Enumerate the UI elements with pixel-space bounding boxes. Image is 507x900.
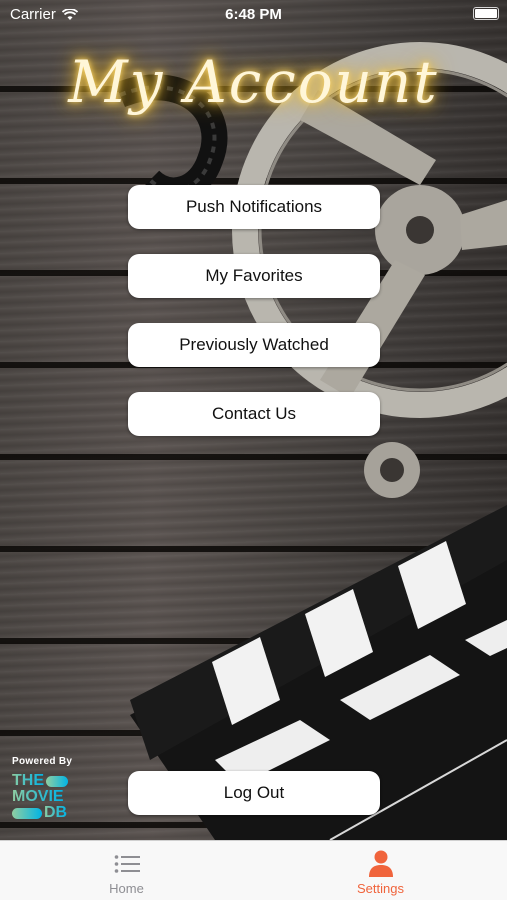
tab-settings-label: Settings	[357, 881, 404, 896]
tab-home[interactable]: Home	[0, 841, 253, 900]
status-bar: Carrier 6:48 PM	[0, 0, 507, 28]
my-favorites-button[interactable]: My Favorites	[128, 254, 380, 298]
powered-by-label: Powered By	[12, 756, 73, 767]
tmdb-logo-pill	[12, 807, 42, 819]
page-title: My Account	[68, 48, 439, 116]
tab-bar: Home Settings	[0, 840, 507, 900]
tmdb-logo-line2: MOVIE	[12, 788, 64, 805]
log-out-button[interactable]: Log Out	[128, 771, 380, 815]
tab-home-label: Home	[109, 881, 144, 896]
account-screen: Carrier 6:48 PM My Account Push Notifica…	[0, 0, 507, 900]
contact-us-button[interactable]: Contact Us	[128, 392, 380, 436]
tab-settings[interactable]: Settings	[254, 841, 507, 900]
push-notifications-button[interactable]: Push Notifications	[128, 185, 380, 229]
previously-watched-button[interactable]: Previously Watched	[128, 323, 380, 367]
tmdb-logo-pill	[46, 775, 68, 787]
list-icon	[114, 851, 140, 877]
status-time: 6:48 PM	[225, 6, 282, 23]
tmdb-logo: THE MOVIE DB	[12, 773, 82, 821]
battery-icon	[473, 7, 499, 20]
tmdb-logo-line1: THE	[12, 772, 44, 789]
tmdb-attribution: Powered By THE MOVIE DB	[12, 756, 82, 821]
tmdb-logo-line3: DB	[44, 804, 68, 821]
person-icon	[368, 850, 394, 877]
